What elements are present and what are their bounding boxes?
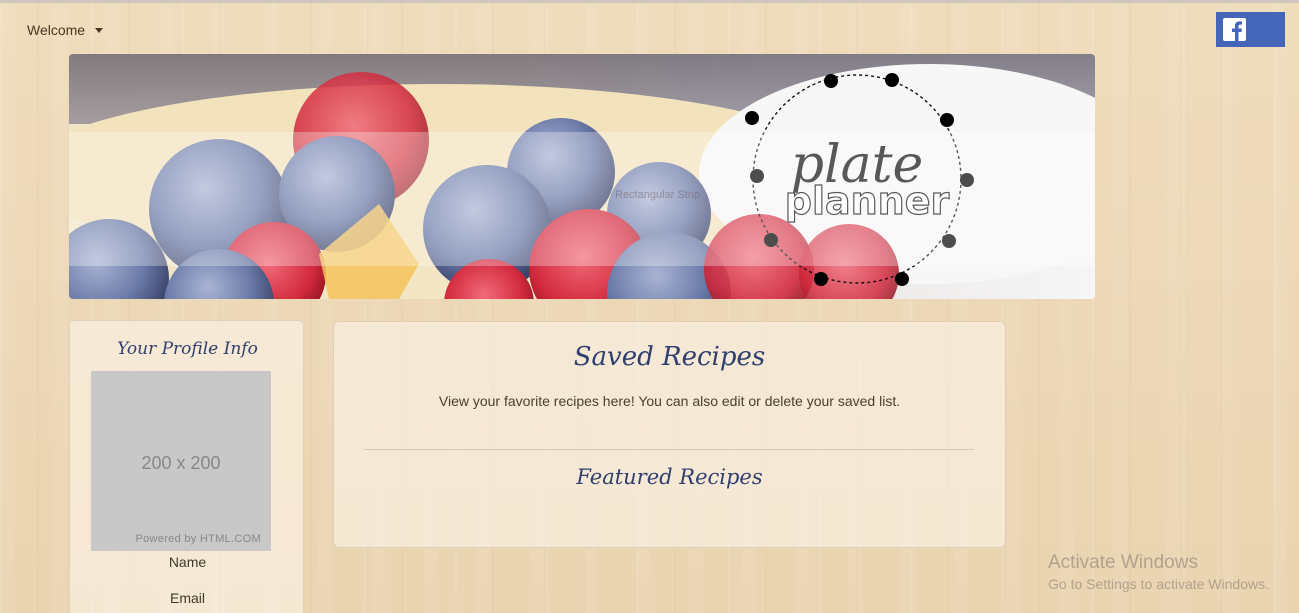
top-border	[0, 0, 1299, 3]
profile-email-field: Email	[169, 590, 205, 606]
hero-strip-label: Rectangular Strip	[615, 189, 700, 201]
facebook-button[interactable]	[1216, 12, 1285, 47]
hero-banner: plate planner Rectangular Strip	[69, 54, 1095, 299]
profile-image-placeholder: 200 x 200 Powered by HTML.COM	[91, 371, 271, 551]
welcome-label: Welcome	[27, 22, 86, 38]
hero-strip	[69, 132, 1095, 266]
saved-recipes-panel: Saved Recipes View your favorite recipes…	[333, 321, 1006, 548]
facebook-icon	[1223, 18, 1246, 41]
activate-windows-watermark: Activate Windows Go to Settings to activ…	[1048, 552, 1269, 592]
profile-card: Your Profile Info 200 x 200 Powered by H…	[69, 320, 304, 613]
watermark-line-1: Activate Windows	[1048, 552, 1198, 573]
profile-name-field: Name	[168, 554, 207, 570]
saved-recipes-description: View your favorite recipes here! You can…	[438, 393, 901, 409]
saved-recipes-title: Saved Recipes	[573, 342, 766, 372]
image-credit: Powered by HTML.COM	[135, 533, 261, 545]
welcome-dropdown[interactable]: Welcome	[27, 22, 104, 38]
featured-recipes-title: Featured Recipes	[576, 465, 763, 489]
profile-title: Your Profile Info	[117, 339, 258, 359]
panel-divider	[364, 449, 974, 450]
watermark-line-2: Go to Settings to activate Windows.	[1048, 576, 1269, 592]
caret-down-icon	[95, 27, 104, 33]
image-dimensions: 200 x 200	[141, 453, 221, 473]
